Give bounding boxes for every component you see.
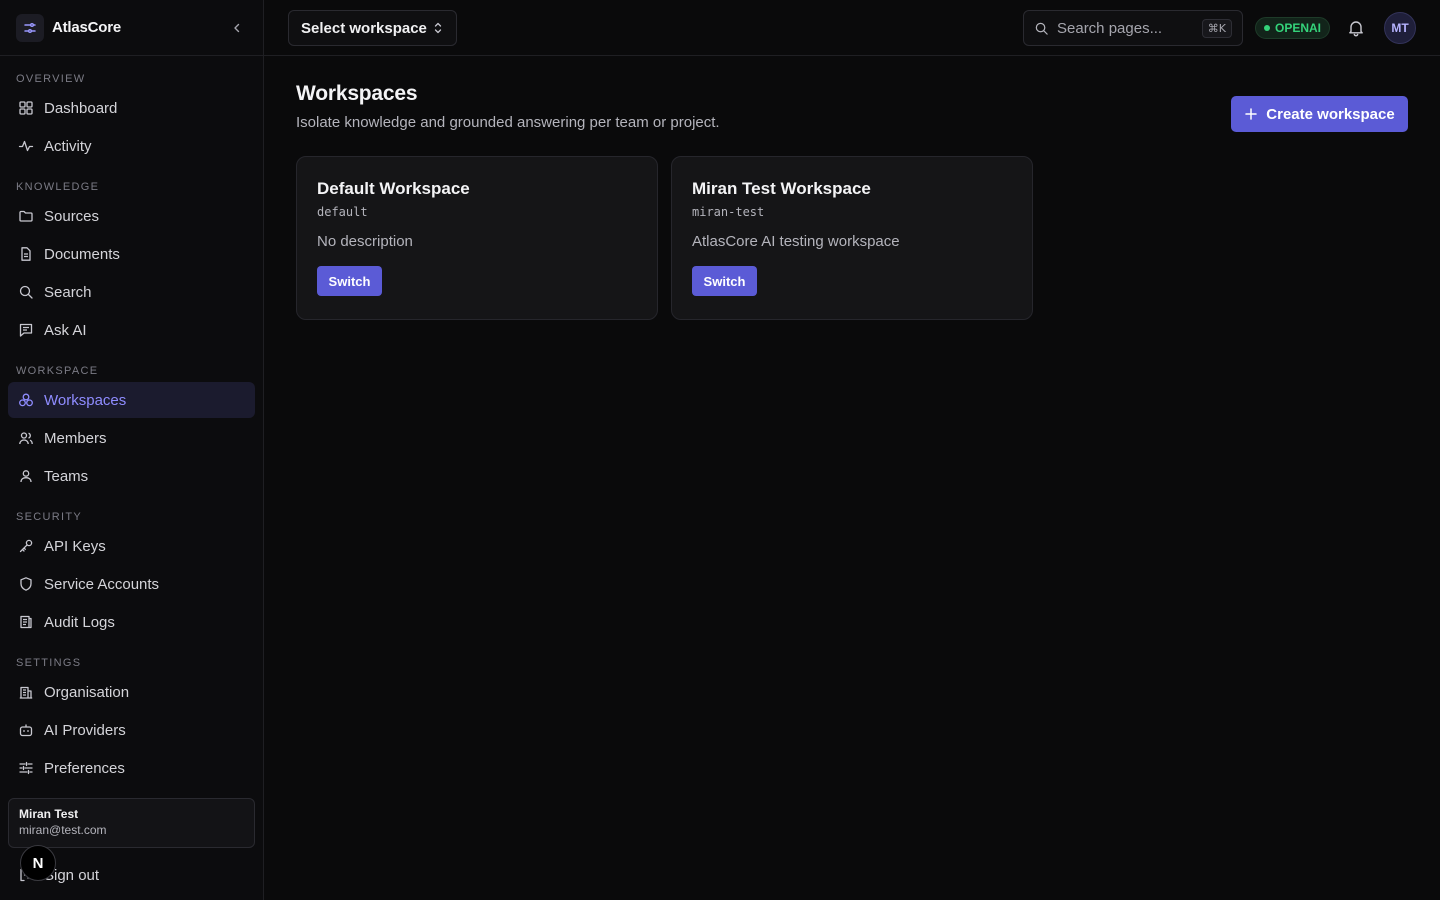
workspace-slug: default (317, 205, 368, 219)
sidebar-item-activity[interactable]: Activity (8, 128, 255, 164)
audit-log-icon (20, 615, 32, 629)
switch-workspace-button[interactable]: Switch (317, 266, 382, 296)
search-shortcut: ⌘K (1201, 18, 1232, 38)
chevron-up-down-icon (434, 22, 442, 34)
sidebar-item-label: Members (44, 429, 107, 447)
building-icon (19, 686, 33, 699)
section-label: WORKSPACE (16, 365, 99, 377)
sidebar-item-ask-ai[interactable]: Ask AI (8, 312, 255, 348)
sidebar-item-label: Dashboard (44, 99, 118, 117)
create-workspace-button[interactable]: Create workspace (1231, 96, 1408, 132)
page-title: Workspaces (296, 82, 418, 105)
workspace-slug: miran-test (692, 205, 765, 219)
activity-icon (18, 140, 34, 152)
sidebar-item-label: Activity (44, 137, 92, 155)
section-label: KNOWLEDGE (16, 181, 100, 193)
sidebar-item-label: Search (44, 283, 92, 301)
document-icon (21, 247, 31, 261)
section-label: SETTINGS (16, 657, 82, 669)
sidebar-item-label: Audit Logs (44, 613, 115, 631)
folder-icon (19, 210, 33, 222)
search-input[interactable] (1057, 19, 1187, 37)
sidebar: AtlasCore OVERVIEW Dashboard Activity KN… (0, 0, 264, 900)
user-name: Miran Test (19, 807, 79, 821)
sidebar-item-label: API Keys (44, 537, 106, 555)
sidebar-item-workspaces[interactable]: Workspaces (8, 382, 255, 418)
members-icon (19, 432, 33, 445)
dev-tools-badge[interactable]: N (20, 845, 56, 881)
shield-icon (20, 577, 32, 591)
sidebar-item-sources[interactable]: Sources (8, 198, 255, 234)
sidebar-item-label: Ask AI (44, 321, 87, 339)
workspace-card: Miran Test Workspace miran-test AtlasCor… (671, 156, 1033, 320)
workspace-name: Miran Test Workspace (692, 179, 871, 198)
sidebar-item-label: Organisation (44, 683, 130, 701)
section-label: SECURITY (16, 511, 83, 523)
sidebar-item-preferences[interactable]: Preferences (8, 750, 255, 786)
workspace-name: Default Workspace (317, 179, 470, 198)
workspace-select-label: Select workspace (301, 19, 427, 37)
key-icon (19, 539, 33, 553)
section-settings: SETTINGS Organisation AI Providers Prefe… (0, 654, 263, 786)
sidebar-item-audit-logs[interactable]: Audit Logs (8, 604, 255, 640)
user-email: miran@test.com (19, 823, 107, 837)
bot-icon (19, 724, 33, 737)
search-icon (19, 285, 33, 299)
sidebar-item-search[interactable]: Search (8, 274, 255, 310)
section-overview: OVERVIEW Dashboard Activity (0, 70, 263, 164)
search-box[interactable]: ⌘K (1023, 10, 1243, 46)
workspaces-icon (19, 393, 33, 407)
ai-provider-badge: OPENAI (1255, 17, 1331, 39)
plus-icon (1245, 108, 1258, 120)
sidebar-item-service-accounts[interactable]: Service Accounts (8, 566, 255, 602)
avatar[interactable]: MT (1384, 12, 1416, 44)
sidebar-item-label: Service Accounts (44, 575, 160, 593)
sidebar-item-label: Preferences (44, 759, 125, 777)
workspace-card: Default Workspace default No description… (296, 156, 658, 320)
page-subtitle: Isolate knowledge and grounded answering… (296, 114, 720, 131)
sidebar-item-label: Sources (44, 207, 100, 225)
sidebar-item-label: Teams (44, 467, 89, 485)
create-workspace-label: Create workspace (1266, 105, 1395, 123)
logo-icon (16, 13, 44, 42)
sidebar-nav: OVERVIEW Dashboard Activity KNOWLEDGE So… (0, 56, 263, 786)
dashboard-icon (19, 101, 33, 115)
collapse-sidebar-button[interactable] (227, 18, 247, 38)
switch-workspace-button[interactable]: Switch (692, 266, 757, 296)
team-icon (20, 470, 32, 483)
workspace-description: AtlasCore AI testing workspace (692, 233, 900, 250)
sidebar-item-members[interactable]: Members (8, 420, 255, 456)
user-card[interactable]: Miran Test miran@test.com (8, 798, 255, 848)
sidebar-item-dashboard[interactable]: Dashboard (8, 90, 255, 126)
sidebar-item-teams[interactable]: Teams (8, 458, 255, 494)
section-knowledge: KNOWLEDGE Sources Documents Search Ask A… (0, 178, 263, 348)
section-workspace: WORKSPACE Workspaces Members Teams (0, 362, 263, 494)
chevron-left-icon (234, 23, 240, 32)
brand-name: AtlasCore (52, 19, 122, 36)
sidebar-item-documents[interactable]: Documents (8, 236, 255, 272)
brand-header: AtlasCore (0, 0, 263, 56)
workspace-select[interactable]: Select workspace (288, 10, 457, 46)
sidebar-item-ai-providers[interactable]: AI Providers (8, 712, 255, 748)
sidebar-item-label: Workspaces (44, 391, 127, 409)
search-icon (1035, 22, 1048, 35)
chat-icon (19, 323, 33, 337)
workspace-description: No description (317, 233, 413, 250)
section-label: OVERVIEW (16, 73, 86, 85)
bell-icon[interactable] (1346, 18, 1366, 38)
sidebar-item-label: AI Providers (44, 721, 126, 739)
sidebar-item-label: Documents (44, 245, 120, 263)
sidebar-item-api-keys[interactable]: API Keys (8, 528, 255, 564)
topbar: Select workspace ⌘K OPENAI MT (264, 0, 1440, 56)
status-dot-icon (1264, 25, 1270, 31)
section-security: SECURITY API Keys Service Accounts Audit… (0, 508, 263, 640)
sliders-icon (19, 761, 33, 775)
sidebar-item-organisation[interactable]: Organisation (8, 674, 255, 710)
provider-badge-label: OPENAI (1275, 21, 1322, 35)
